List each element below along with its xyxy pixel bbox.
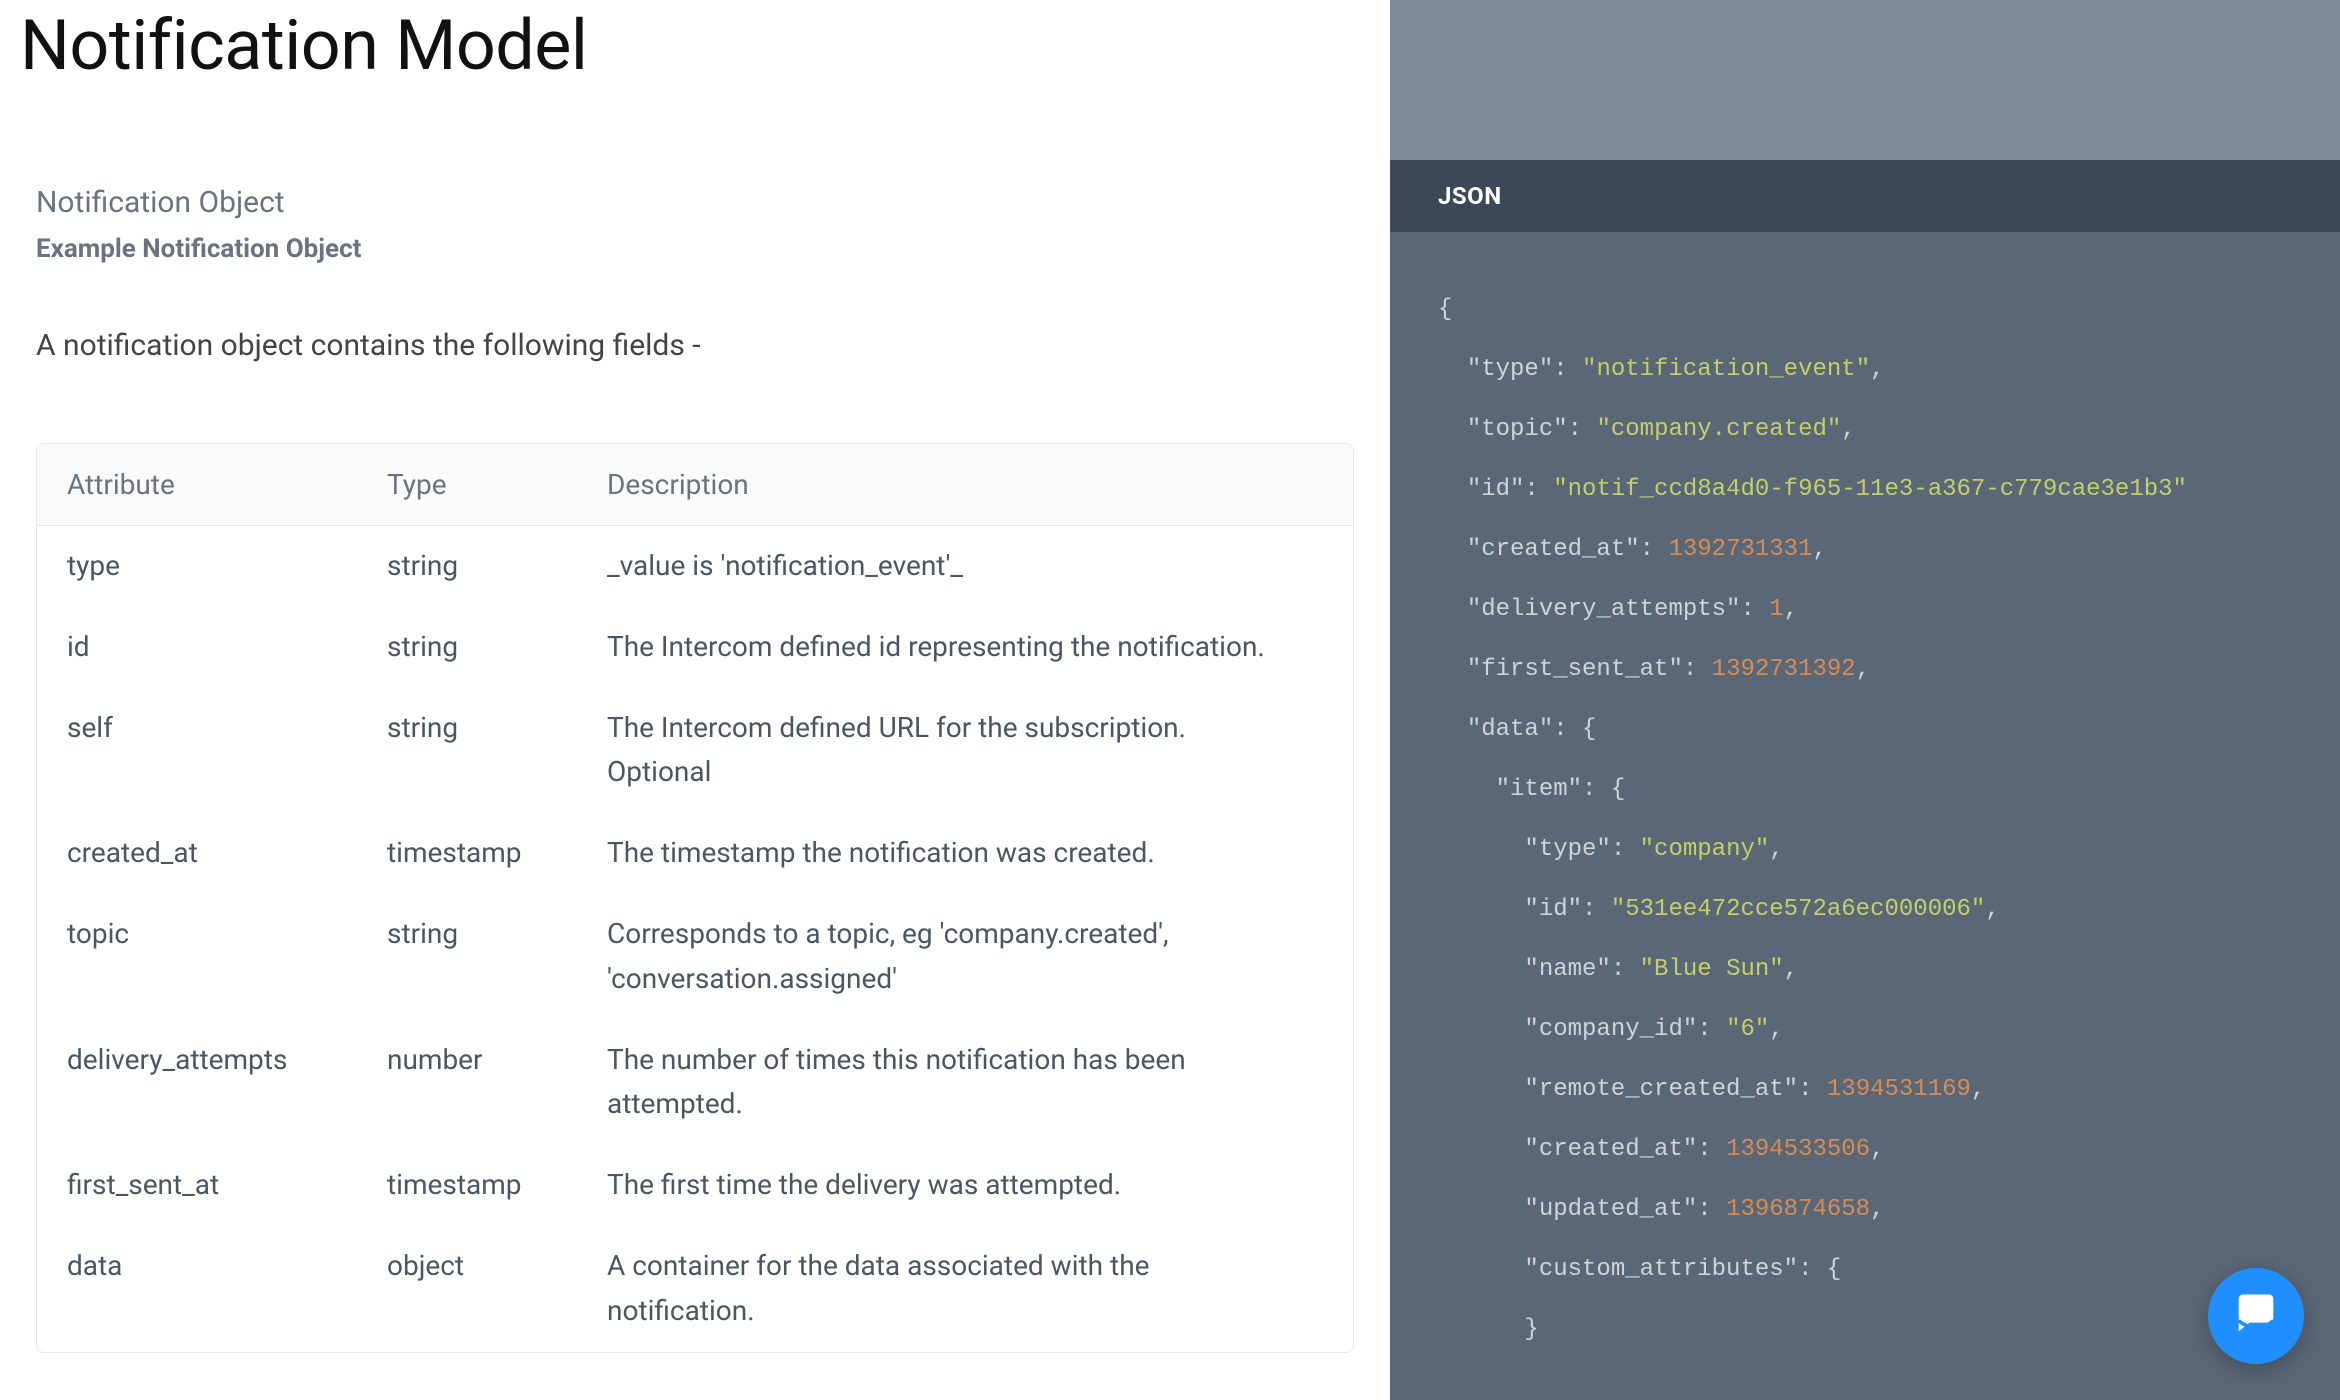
th-type: Type xyxy=(387,468,607,501)
page-title: Notification Model xyxy=(20,8,1354,85)
td-attr: delivery_attempts xyxy=(67,1038,387,1128)
section-notification-object: Notification Object Example Notification… xyxy=(20,185,1354,1353)
code-tab-json[interactable]: JSON xyxy=(1438,182,1502,210)
td-type: string xyxy=(387,625,607,670)
td-desc: The first time the delivery was attempte… xyxy=(607,1163,1323,1208)
table-row: delivery_attemptsnumberThe number of tim… xyxy=(37,1020,1353,1146)
doc-pane: Notification Model Notification Object E… xyxy=(0,0,1390,1400)
td-desc: The Intercom defined URL for the subscri… xyxy=(607,706,1323,796)
td-attr: type xyxy=(67,544,387,589)
th-attribute: Attribute xyxy=(67,468,387,501)
td-attr: data xyxy=(67,1244,387,1334)
chat-launcher-button[interactable] xyxy=(2208,1268,2304,1364)
td-desc: A container for the data associated with… xyxy=(607,1244,1323,1334)
td-type: timestamp xyxy=(387,1163,607,1208)
td-type: string xyxy=(387,912,607,1002)
table-row: topicstringCorresponds to a topic, eg 'c… xyxy=(37,894,1353,1020)
code-tab-bar: JSON xyxy=(1390,160,2340,232)
table-row: typestring_value is 'notification_event'… xyxy=(37,526,1353,607)
chat-icon xyxy=(2230,1288,2282,1344)
td-type: timestamp xyxy=(387,831,607,876)
td-attr: first_sent_at xyxy=(67,1163,387,1208)
code-example[interactable]: { "type": "notification_event", "topic":… xyxy=(1390,232,2340,1400)
td-attr: id xyxy=(67,625,387,670)
td-desc: The Intercom defined id representing the… xyxy=(607,625,1323,670)
td-type: string xyxy=(387,544,607,589)
section-subheading: Example Notification Object xyxy=(36,234,1354,264)
attributes-table: Attribute Type Description typestring_va… xyxy=(36,443,1354,1353)
th-description: Description xyxy=(607,468,1323,501)
table-row: created_attimestampThe timestamp the not… xyxy=(37,813,1353,894)
td-desc: The timestamp the notification was creat… xyxy=(607,831,1323,876)
td-desc: _value is 'notification_event'_ xyxy=(607,544,1323,589)
table-row: selfstringThe Intercom defined URL for t… xyxy=(37,688,1353,814)
td-type: number xyxy=(387,1038,607,1128)
td-type: object xyxy=(387,1244,607,1334)
section-heading: Notification Object xyxy=(36,185,1354,220)
table-row: first_sent_attimestampThe first time the… xyxy=(37,1145,1353,1226)
td-attr: self xyxy=(67,706,387,796)
section-intro: A notification object contains the follo… xyxy=(36,328,1354,363)
td-desc: Corresponds to a topic, eg 'company.crea… xyxy=(607,912,1323,1002)
code-pane-spacer xyxy=(1390,0,2340,160)
table-row: idstringThe Intercom defined id represen… xyxy=(37,607,1353,688)
table-header-row: Attribute Type Description xyxy=(37,444,1353,526)
code-pane: JSON { "type": "notification_event", "to… xyxy=(1390,0,2340,1400)
td-attr: created_at xyxy=(67,831,387,876)
td-attr: topic xyxy=(67,912,387,1002)
table-row: dataobjectA container for the data assoc… xyxy=(37,1226,1353,1352)
td-type: string xyxy=(387,706,607,796)
td-desc: The number of times this notification ha… xyxy=(607,1038,1323,1128)
